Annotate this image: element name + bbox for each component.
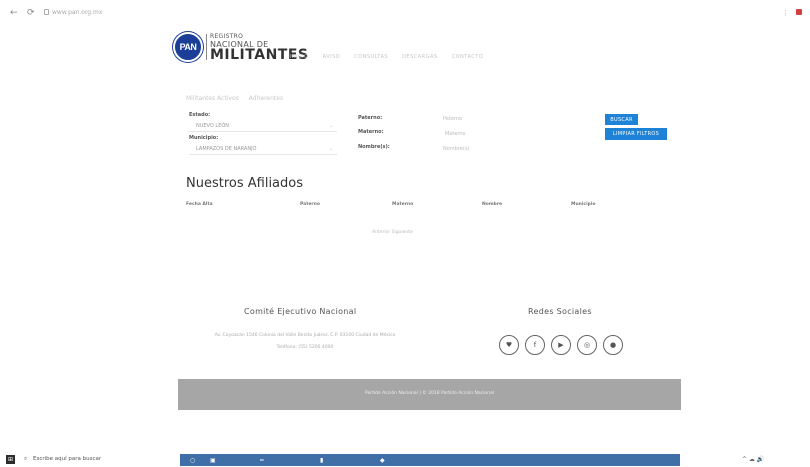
clear-filters-button[interactable]: LIMPIAR FILTROS — [605, 128, 667, 140]
back-button[interactable]: ← — [10, 8, 18, 18]
paterno-input[interactable]: Paterno — [443, 116, 462, 122]
th-municipio[interactable]: Municipio — [571, 202, 596, 207]
paterno-label: Paterno: — [358, 115, 383, 121]
tab-militantes[interactable]: Militantes Activos — [186, 95, 239, 102]
th-paterno[interactable]: Paterno — [300, 202, 320, 207]
windows-start-icon[interactable]: ⊞ — [6, 455, 15, 464]
instagram-icon[interactable]: ◎ — [577, 335, 597, 355]
app-icon[interactable]: ▣ — [210, 457, 216, 464]
tab-adherentes[interactable]: Adherentes — [249, 95, 283, 102]
materno-label: Materno: — [358, 129, 384, 135]
youtube-icon[interactable]: ▶ — [551, 335, 571, 355]
nav-item-contacto[interactable]: CONTACTO — [452, 54, 484, 60]
estado-underline — [189, 131, 337, 132]
browser-toolbar: ← ⟳ www.pan.org.mx ⋮ — [0, 0, 810, 26]
pagination[interactable]: Anterior Siguiente — [372, 230, 413, 235]
task-view-icon[interactable]: ○ — [190, 457, 195, 464]
footer-copyright: Partido Acción Nacional | © 2018 Partido… — [365, 391, 494, 396]
taskbar-apps: ○ ▣ ━ ▮ ◆ — [180, 454, 680, 466]
taskbar-search[interactable]: Escribe aquí para buscar — [33, 456, 101, 462]
app-icon[interactable]: ▮ — [320, 457, 323, 464]
nombre-label: Nombre(s): — [358, 144, 390, 150]
system-tray[interactable]: ^ ☁ 🔊 — [742, 456, 764, 463]
th-materno[interactable]: Materno — [392, 202, 413, 207]
nav-item-aviso[interactable]: AVISO — [323, 54, 341, 60]
nav-item-consultas[interactable]: CONSULTAS — [354, 54, 388, 60]
facebook-icon[interactable]: f — [525, 335, 545, 355]
municipio-select[interactable]: LAMPAZOS DE NARANJO — [196, 146, 256, 152]
tabs: Militantes Activos Adherentes — [186, 95, 283, 102]
search-icon[interactable]: ⌕ — [24, 456, 27, 463]
app-icon[interactable]: ━ — [260, 457, 264, 464]
os-taskbar: ⊞ ⌕ Escribe aquí para buscar ○ ▣ ━ ▮ ◆ ^… — [0, 453, 810, 467]
twitter-icon[interactable]: ♥ — [499, 335, 519, 355]
th-fecha-alta[interactable]: Fecha Alta — [186, 202, 213, 207]
footer-address: Av. Coyoacán 1546 Colonia del Valle Beni… — [214, 333, 396, 338]
pan-logo[interactable]: PAN — [173, 32, 203, 62]
municipio-underline — [189, 154, 337, 155]
estado-select[interactable]: NUEVO LEÓN — [196, 123, 229, 129]
app-icon[interactable]: ◆ — [380, 457, 385, 464]
flickr-icon[interactable]: ● — [603, 335, 623, 355]
reload-button[interactable]: ⟳ — [27, 8, 35, 18]
section-title: Nuestros Afiliados — [186, 176, 303, 191]
menu-icon[interactable]: ⋮ — [782, 9, 789, 17]
th-nombre[interactable]: Nombre — [482, 202, 502, 207]
nav-item-descargas[interactable]: DESCARGAS — [402, 54, 438, 60]
address-bar[interactable]: www.pan.org.mx — [52, 9, 102, 16]
nombre-input[interactable]: Nombre(s) — [443, 146, 469, 152]
footer-phone: Teléfono: (55) 5200 4000 — [276, 345, 334, 350]
extension-icon[interactable] — [796, 9, 802, 15]
main-nav: INICIO AVISO CONSULTAS DESCARGAS CONTACT… — [290, 54, 483, 60]
lock-icon — [44, 9, 49, 15]
brand-line-1: REGISTRO — [210, 33, 244, 40]
footer-band: Partido Acción Nacional | © 2018 Partido… — [178, 379, 681, 410]
estado-label: Estado: — [189, 112, 211, 118]
chevron-down-icon: ⌄ — [329, 123, 334, 129]
footer-social-title: Redes Sociales — [528, 307, 592, 316]
logo-divider — [206, 34, 207, 60]
nav-item-inicio[interactable]: INICIO — [290, 54, 309, 60]
footer-cen-title: Comité Ejecutivo Nacional — [244, 307, 357, 316]
materno-input[interactable]: Materno — [445, 131, 466, 137]
chevron-down-icon: ⌄ — [329, 146, 334, 152]
municipio-label: Municipio: — [189, 135, 219, 141]
search-button[interactable]: BUSCAR — [605, 114, 638, 125]
